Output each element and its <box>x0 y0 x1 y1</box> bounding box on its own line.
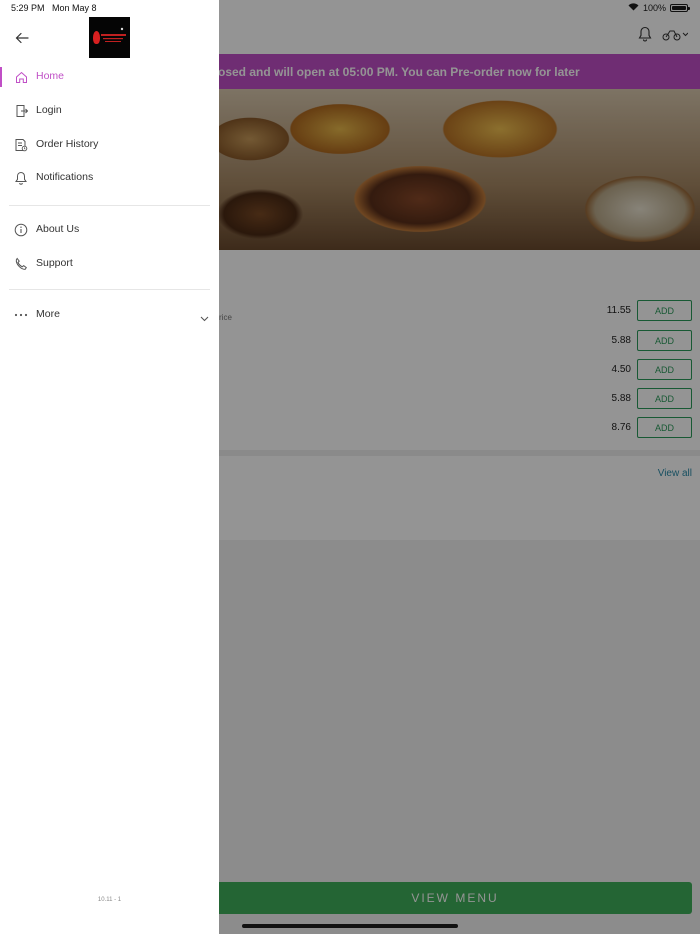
sidebar-item-label: Home <box>36 70 65 82</box>
sidebar-item-label: About Us <box>36 223 80 235</box>
bell-icon <box>13 170 29 186</box>
active-indicator <box>0 67 2 87</box>
wifi-icon <box>628 3 639 13</box>
logo-flame <box>93 31 100 44</box>
sidebar-item-about-us[interactable]: About Us <box>0 215 219 245</box>
sidebar-item-more[interactable]: More <box>0 300 219 330</box>
sidebar-item-label: Order History <box>36 138 99 150</box>
sidebar-item-label: Login <box>36 104 62 116</box>
more-dots-icon <box>13 307 29 323</box>
navigation-drawer: Home Login Order History Notifications A… <box>0 0 219 934</box>
drawer-divider <box>9 289 210 290</box>
arrow-left-icon <box>15 32 29 44</box>
chevron-down-icon <box>200 309 209 327</box>
date-text: Mon May 8 <box>52 3 97 13</box>
sidebar-item-label: More <box>36 308 60 320</box>
sidebar-item-home[interactable]: Home <box>0 62 219 92</box>
info-icon <box>13 222 29 238</box>
login-icon <box>13 103 29 119</box>
app-version: 10.11 - 1 <box>97 897 122 903</box>
status-right: 100% <box>628 3 690 13</box>
status-time: 5:29 PM Mon May 8 <box>11 3 97 13</box>
sidebar-item-support[interactable]: Support <box>0 249 219 279</box>
sidebar-item-label: Support <box>36 257 73 269</box>
sidebar-item-notifications[interactable]: Notifications <box>0 163 219 193</box>
order-history-icon <box>13 137 29 153</box>
battery-percent: 100% <box>642 3 666 13</box>
back-button[interactable] <box>12 30 32 46</box>
sidebar-item-label: Notifications <box>36 171 94 183</box>
restaurant-logo <box>89 17 130 58</box>
battery-fill <box>672 6 686 10</box>
battery-icon <box>670 4 690 12</box>
status-bar: 5:29 PM Mon May 8 100% <box>0 0 700 16</box>
home-indicator[interactable] <box>242 924 458 928</box>
sidebar-item-order-history[interactable]: Order History <box>0 130 219 160</box>
drawer-divider <box>9 205 210 206</box>
phone-icon <box>13 256 29 272</box>
home-icon <box>13 69 29 85</box>
time-text: 5:29 PM <box>11 3 45 13</box>
sidebar-item-login[interactable]: Login <box>0 96 219 126</box>
